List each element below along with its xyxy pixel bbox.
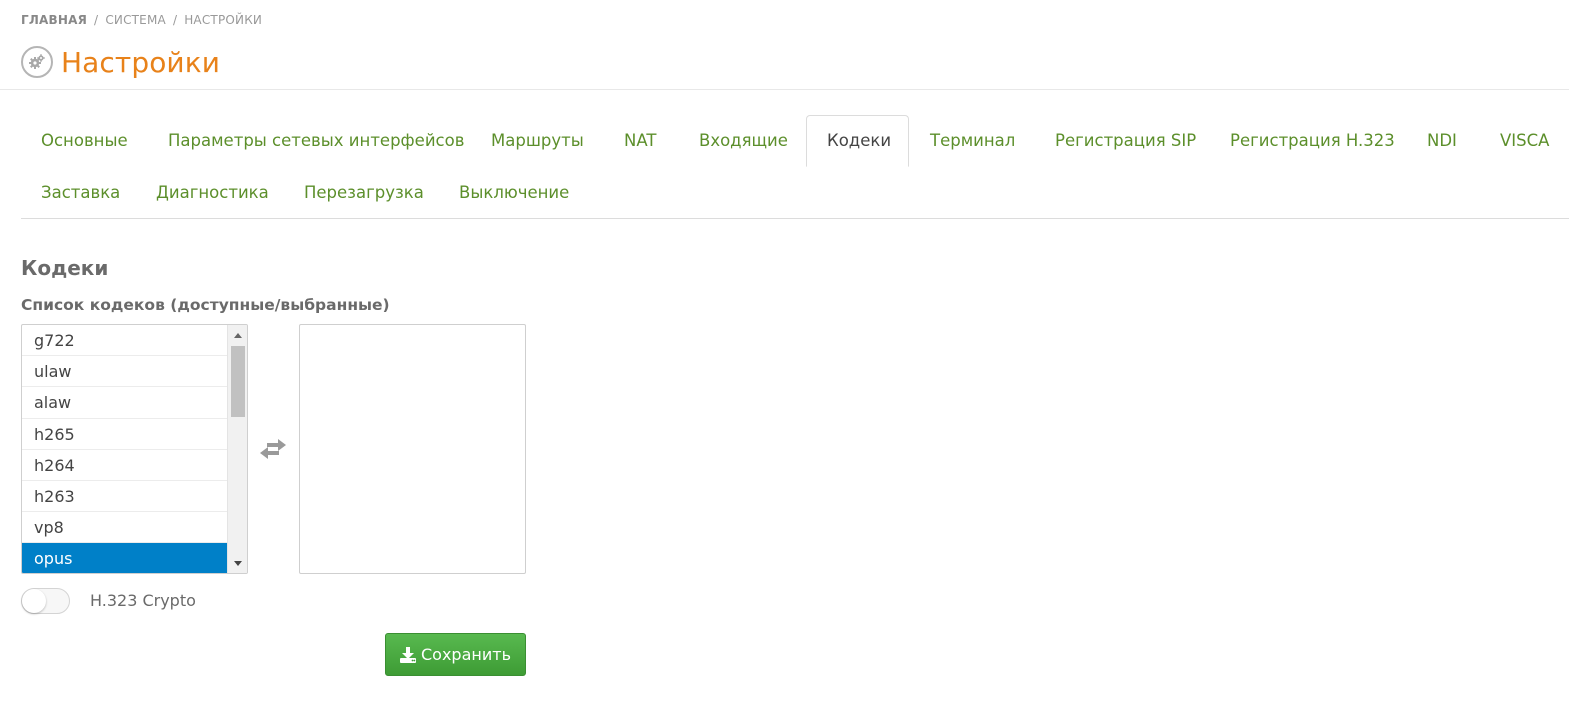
tab-reboot[interactable]: Перезагрузка <box>284 167 444 219</box>
tab-nat[interactable]: NAT <box>604 115 676 167</box>
list-item[interactable]: g722 <box>22 325 227 357</box>
list-item-selected[interactable]: opus <box>22 543 227 573</box>
list-item[interactable]: ulaw <box>22 356 227 388</box>
page-title: Настройки <box>61 45 221 79</box>
breadcrumb: ГЛАВНАЯ / СИСТЕМА / НАСТРОЙКИ <box>21 13 262 27</box>
list-item[interactable]: vp8 <box>22 512 227 544</box>
save-button[interactable]: Сохранить <box>385 633 526 676</box>
save-button-label: Сохранить <box>421 645 511 664</box>
scroll-thumb[interactable] <box>231 346 245 417</box>
section-title: Кодеки <box>21 256 109 280</box>
list-item[interactable]: alaw <box>22 387 227 419</box>
chosen-codecs-list[interactable] <box>299 324 526 574</box>
scroll-up-arrow-icon[interactable] <box>228 327 247 343</box>
tab-h323-registration[interactable]: Регистрация H.323 <box>1210 115 1415 167</box>
tab-codecs[interactable]: Кодеки <box>806 115 909 167</box>
gears-icon <box>21 46 53 78</box>
h323-crypto-toggle[interactable] <box>21 588 70 614</box>
codec-list-label: Список кодеков (доступные/выбранные) <box>21 296 390 314</box>
settings-tabs: Основные Параметры сетевых интерфейсов М… <box>21 115 1569 219</box>
breadcrumb-separator: / <box>94 13 99 27</box>
list-item[interactable]: h263 <box>22 481 227 513</box>
tab-incoming[interactable]: Входящие <box>679 115 808 167</box>
tab-shutdown[interactable]: Выключение <box>439 167 589 219</box>
page-header: Настройки <box>21 45 220 79</box>
breadcrumb-separator: / <box>172 13 178 27</box>
download-icon <box>400 646 416 663</box>
header-divider <box>0 89 1569 90</box>
list-item[interactable]: h264 <box>22 450 227 481</box>
list-item[interactable]: h265 <box>22 419 227 450</box>
tab-main[interactable]: Основные <box>21 115 148 167</box>
scroll-down-arrow-icon[interactable] <box>228 555 247 571</box>
toggle-knob <box>22 589 46 613</box>
tab-screensaver[interactable]: Заставка <box>21 167 140 219</box>
tab-terminal[interactable]: Терминал <box>910 115 1035 167</box>
breadcrumb-system[interactable]: СИСТЕМА <box>105 13 166 27</box>
tab-network-interfaces[interactable]: Параметры сетевых интерфейсов <box>148 115 484 167</box>
h323-crypto-label: H.323 Crypto <box>90 591 196 610</box>
tab-sip-registration[interactable]: Регистрация SIP <box>1035 115 1216 167</box>
available-codecs-list[interactable]: g722 ulaw alaw h265 h264 h263 vp8 opus <box>21 324 248 574</box>
swap-arrows-icon[interactable] <box>258 437 288 461</box>
list-scrollbar[interactable] <box>227 325 247 573</box>
tab-diagnostics[interactable]: Диагностика <box>136 167 289 219</box>
tab-routes[interactable]: Маршруты <box>471 115 604 167</box>
breadcrumb-home[interactable]: ГЛАВНАЯ <box>21 13 87 27</box>
breadcrumb-current: НАСТРОЙКИ <box>184 13 263 27</box>
tab-visca[interactable]: VISCA <box>1480 115 1569 167</box>
tab-ndi[interactable]: NDI <box>1407 115 1477 167</box>
